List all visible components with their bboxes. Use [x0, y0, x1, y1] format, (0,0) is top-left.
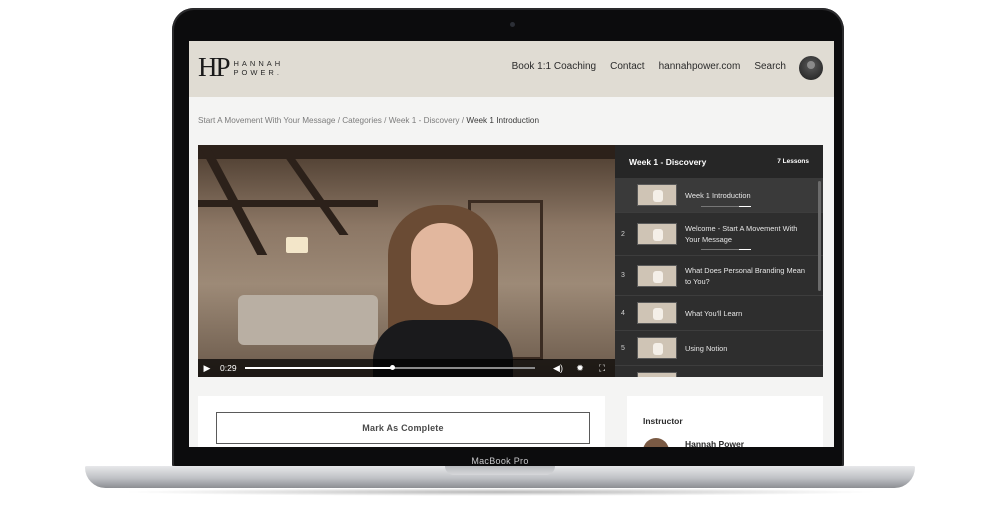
playlist-count: 7 Lessons — [777, 158, 809, 165]
lesson-item[interactable]: 3 What Does Personal Branding Mean to Yo… — [615, 256, 823, 296]
laptop-stage: HP HANNAH POWER. Book 1:1 Coaching Conta… — [0, 0, 1000, 505]
logo-line-1: HANNAH — [233, 58, 284, 68]
video-controls: ▶ 0:29 ◀) ✹ ⛶ — [198, 359, 615, 377]
instructor-avatar — [643, 438, 669, 447]
laptop-screen: HP HANNAH POWER. Book 1:1 Coaching Conta… — [189, 41, 834, 447]
lesson-label: What You'll Learn — [685, 308, 743, 318]
playlist-title: Week 1 - Discovery — [629, 156, 707, 167]
breadcrumb-current: Week 1 Introduction — [466, 116, 540, 125]
lesson-thumbnail — [637, 302, 677, 324]
lesson-thumbnail — [637, 184, 677, 206]
video-progress-bar[interactable] — [244, 365, 535, 370]
instructor-heading: Instructor — [643, 416, 683, 426]
laptop-model-label: MacBook Pro — [471, 456, 529, 466]
lesson-label: Welcome - Start A Movement With Your Mes… — [685, 224, 798, 244]
lesson-number: 4 — [621, 309, 625, 317]
lesson-thumbnail — [637, 337, 677, 359]
user-avatar[interactable] — [799, 56, 823, 80]
play-icon[interactable]: ▶ — [198, 363, 216, 374]
video-sofa — [238, 295, 378, 345]
site-header: HP HANNAH POWER. Book 1:1 Coaching Conta… — [189, 41, 834, 97]
video-control-group: ◀) ✹ ⛶ — [549, 363, 615, 374]
breadcrumb-week[interactable]: Week 1 - Discovery — [389, 116, 460, 125]
lesson-item[interactable]: 6 — [615, 366, 823, 377]
video-presenter — [373, 205, 513, 377]
video-beam — [198, 200, 378, 207]
video-player[interactable]: ▶ 0:29 ◀) ✹ ⛶ — [198, 145, 615, 377]
instructor-name: Hannah Power — [685, 439, 745, 447]
settings-icon[interactable]: ✹ — [571, 363, 589, 374]
logo-text: HANNAH POWER. — [234, 59, 284, 77]
logo-line-2: POWER. — [233, 67, 282, 77]
nav-search[interactable]: Search — [754, 61, 786, 72]
lesson-thumbnail — [637, 264, 677, 287]
lesson-item[interactable]: 4 What You'll Learn — [615, 296, 823, 331]
laptop-notch — [445, 466, 555, 475]
video-lamp — [286, 237, 308, 253]
lesson-thumbnail — [637, 372, 677, 377]
nav-website[interactable]: hannahpower.com — [659, 61, 741, 72]
lesson-progress — [701, 206, 751, 207]
lesson-actions-card: Mark As Complete — [198, 396, 605, 447]
webcam — [510, 22, 515, 27]
video-progress-knob[interactable] — [390, 365, 396, 370]
mark-complete-button[interactable]: Mark As Complete — [216, 412, 590, 444]
lesson-number: 5 — [621, 344, 625, 352]
video-progress-fill — [244, 367, 393, 369]
lesson-item[interactable]: 5 Using Notion — [615, 331, 823, 366]
lesson-label: Week 1 Introduction — [685, 190, 751, 200]
breadcrumb: Start A Movement With Your Message / Cat… — [198, 116, 539, 125]
playlist-header: Week 1 - Discovery 7 Lessons — [615, 145, 823, 178]
logo-mark: HP — [198, 52, 230, 82]
lesson-playlist: Week 1 - Discovery 7 Lessons Week 1 Intr… — [615, 145, 823, 377]
nav-contact[interactable]: Contact — [610, 61, 644, 72]
nav-coaching[interactable]: Book 1:1 Coaching — [512, 61, 597, 72]
lesson-thumbnail — [637, 223, 677, 245]
breadcrumb-categories[interactable]: Categories — [342, 116, 382, 125]
lesson-progress — [701, 249, 751, 250]
lesson-number: 2 — [621, 230, 625, 238]
laptop-shadow — [120, 488, 880, 496]
breadcrumb-separator: / — [381, 116, 389, 125]
breadcrumb-course[interactable]: Start A Movement With Your Message — [198, 116, 335, 125]
lesson-item[interactable]: 2 Welcome - Start A Movement With Your M… — [615, 213, 823, 256]
lesson-label: What Does Personal Branding Mean to You? — [685, 265, 805, 286]
lesson-item[interactable]: Week 1 Introduction — [615, 178, 823, 213]
fullscreen-icon[interactable]: ⛶ — [593, 363, 611, 374]
video-beam — [198, 145, 615, 159]
main-nav: Book 1:1 Coaching Contact hannahpower.co… — [512, 61, 786, 72]
video-time: 0:29 — [220, 363, 237, 373]
playlist-scrollbar[interactable] — [818, 181, 821, 291]
presenter-face — [411, 223, 473, 305]
site-logo[interactable]: HP HANNAH POWER. — [198, 54, 283, 81]
lesson-label: Using Notion — [685, 343, 728, 353]
volume-icon[interactable]: ◀) — [549, 363, 567, 374]
lesson-number: 3 — [621, 272, 625, 279]
instructor-card: Instructor Hannah Power — [627, 396, 823, 447]
